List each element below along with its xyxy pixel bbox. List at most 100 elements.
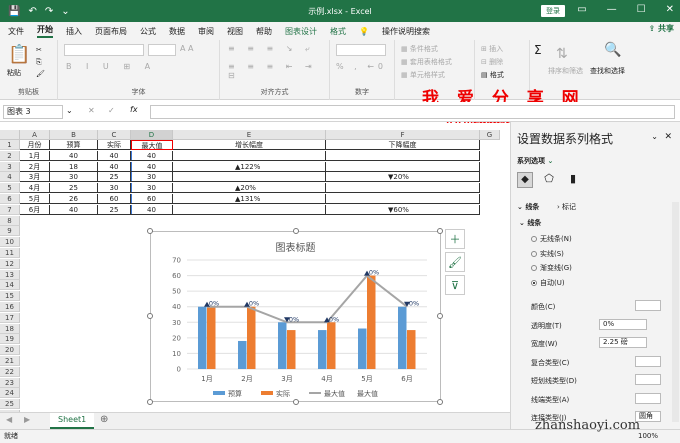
tab-formulas[interactable]: 公式: [140, 26, 156, 37]
bar-预算[interactable]: [318, 330, 327, 369]
table-cell[interactable]: 30: [131, 172, 173, 183]
table-cell[interactable]: 18: [50, 161, 98, 172]
resize-handle[interactable]: [437, 399, 443, 405]
table-cell[interactable]: [173, 150, 326, 161]
header-cell[interactable]: 下降幅度: [326, 140, 480, 150]
row-header[interactable]: 3: [0, 161, 20, 172]
bar-实际[interactable]: [287, 330, 296, 369]
property-input[interactable]: [635, 355, 661, 367]
tab-view[interactable]: 视图: [227, 26, 243, 37]
table-cell[interactable]: ▲20%: [173, 183, 326, 194]
table-cell[interactable]: 25: [98, 204, 131, 215]
column-header[interactable]: A: [20, 130, 50, 140]
table-cell[interactable]: 30: [98, 183, 131, 194]
column-header[interactable]: F: [326, 130, 480, 140]
series-options-icon[interactable]: ▮: [565, 172, 581, 188]
table-cell[interactable]: 60: [98, 194, 131, 204]
tab-help[interactable]: 帮助: [256, 26, 272, 37]
tab-file[interactable]: 文件: [8, 26, 24, 37]
row-header[interactable]: 23: [0, 377, 20, 388]
table-cell[interactable]: 1月: [20, 150, 50, 161]
bar-实际[interactable]: [327, 322, 336, 369]
row-header[interactable]: 22: [0, 366, 20, 377]
table-cell[interactable]: 40: [98, 150, 131, 161]
tab-line[interactable]: ⌄ 线条: [517, 202, 539, 212]
row-header[interactable]: 5: [0, 183, 20, 194]
resize-handle[interactable]: [293, 399, 299, 405]
format-painter-icon[interactable]: 🖌: [36, 68, 45, 80]
bar-实际[interactable]: [407, 330, 416, 369]
tab-review[interactable]: 审阅: [198, 26, 214, 37]
tab-page-layout[interactable]: 页面布局: [95, 26, 127, 37]
bar-预算[interactable]: [358, 328, 367, 369]
cancel-icon[interactable]: ✕: [88, 106, 95, 115]
radio-circle[interactable]: [531, 265, 537, 271]
chart-styles-button[interactable]: 🖌: [445, 252, 465, 272]
autosum-icon[interactable]: Σ: [534, 43, 542, 57]
table-cell[interactable]: 25: [50, 183, 98, 194]
effects-icon[interactable]: ⬠: [541, 172, 557, 188]
tab-chart-design[interactable]: 图表设计: [285, 26, 317, 37]
column-header[interactable]: E: [173, 130, 326, 140]
property-input[interactable]: [635, 392, 661, 404]
bar-预算[interactable]: [278, 322, 287, 369]
tell-me-search[interactable]: 操作说明搜索: [382, 26, 430, 37]
table-cell[interactable]: 3月: [20, 172, 50, 183]
row-header[interactable]: 19: [0, 334, 20, 345]
table-cell[interactable]: ▼20%: [326, 172, 480, 183]
radio-circle[interactable]: [531, 279, 537, 286]
radio-circle[interactable]: [531, 236, 537, 242]
line-option-radio[interactable]: 无线条(N): [531, 234, 572, 244]
row-header[interactable]: 1: [0, 140, 20, 150]
column-header[interactable]: B: [50, 130, 98, 140]
table-cell[interactable]: [326, 150, 480, 161]
line-option-radio[interactable]: 实线(S): [531, 249, 564, 259]
table-cell[interactable]: 40: [131, 150, 173, 161]
name-box[interactable]: 图表 3: [3, 105, 63, 119]
table-cell[interactable]: 6月: [20, 204, 50, 215]
table-cell[interactable]: ▲122%: [173, 161, 326, 172]
property-input[interactable]: [635, 300, 661, 311]
tab-home[interactable]: 开始: [37, 24, 53, 38]
enter-icon[interactable]: ✓: [108, 106, 115, 115]
row-header[interactable]: 15: [0, 291, 20, 302]
find-select-icon[interactable]: 🔍: [604, 42, 621, 58]
tab-prev-icon[interactable]: ◀: [6, 415, 12, 424]
delete-cells-button[interactable]: ⊟ 删除: [481, 56, 504, 69]
header-cell[interactable]: 增长幅度: [173, 140, 326, 150]
row-header[interactable]: 7: [0, 204, 20, 215]
resize-handle[interactable]: [147, 399, 153, 405]
pane-close-icon[interactable]: ✕: [664, 132, 672, 142]
sort-filter-icon[interactable]: ⇅: [556, 46, 568, 62]
property-input[interactable]: 0%: [599, 318, 647, 330]
paste-icon[interactable]: 📋: [8, 44, 30, 65]
namebox-dropdown-icon[interactable]: ⌄: [66, 106, 73, 115]
table-cell[interactable]: 30: [50, 172, 98, 183]
chart-plot[interactable]: 0 10 20 30 40 50 60 70 0% 0% 0% 0% 0% 0% 1月 2月 3月 4月 5月 6月预…: [151, 232, 440, 401]
column-header[interactable]: D: [131, 130, 173, 140]
bar-实际[interactable]: [207, 306, 216, 369]
row-header[interactable]: 21: [0, 356, 20, 366]
table-cell[interactable]: 30: [131, 183, 173, 194]
cut-icon[interactable]: ✂: [36, 44, 45, 56]
row-header[interactable]: 18: [0, 323, 20, 334]
share-button[interactable]: ⇪ 共享: [649, 23, 675, 34]
row-header[interactable]: 9: [0, 226, 20, 237]
table-cell[interactable]: 5月: [20, 194, 50, 204]
row-header[interactable]: 4: [0, 172, 20, 183]
row-header[interactable]: 8: [0, 215, 20, 226]
header-cell[interactable]: 实际: [98, 140, 131, 150]
resize-handle[interactable]: [293, 228, 299, 234]
cell-styles-button[interactable]: ▦ 单元格样式: [401, 69, 452, 82]
table-cell[interactable]: 40: [98, 161, 131, 172]
chart-object[interactable]: 图表标题 0 10 20 30 40 50 60 70 0% 0% 0% 0% 0% 0% 1月 2月 3月 4月…: [150, 231, 441, 402]
font-grow-icon[interactable]: A A: [180, 44, 194, 53]
resize-handle[interactable]: [437, 228, 443, 234]
header-cell[interactable]: 最大值: [131, 140, 173, 150]
row-header[interactable]: 17: [0, 312, 20, 323]
table-cell[interactable]: 2月: [20, 161, 50, 172]
conditional-format-button[interactable]: ▦ 条件格式: [401, 43, 452, 56]
undo-icon[interactable]: ↶: [28, 6, 36, 17]
row-header[interactable]: 10: [0, 237, 20, 248]
row-header[interactable]: 24: [0, 388, 20, 399]
